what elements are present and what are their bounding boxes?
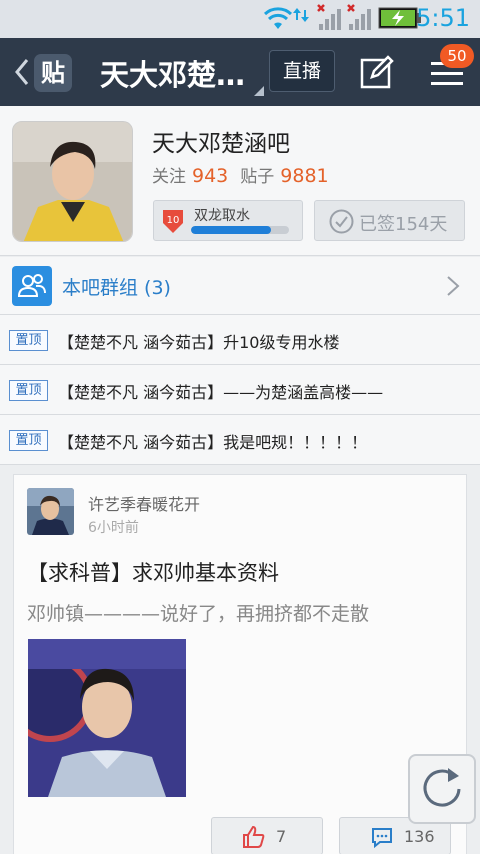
back-chevron-icon[interactable] bbox=[12, 56, 32, 88]
compose-icon[interactable] bbox=[360, 55, 394, 89]
group-icon bbox=[12, 266, 52, 306]
tieba-logo[interactable]: 贴 bbox=[34, 54, 72, 92]
level-shield-icon: 10 bbox=[163, 210, 183, 233]
wifi-icon bbox=[263, 7, 293, 29]
refresh-icon bbox=[423, 768, 461, 807]
status-bar: 5:51 bbox=[0, 0, 480, 38]
posts-count: 9881 bbox=[280, 165, 329, 187]
member-level[interactable]: 10 双龙取水 bbox=[153, 200, 303, 241]
like-button[interactable]: 7 bbox=[211, 817, 323, 854]
clock: 5:51 bbox=[416, 4, 470, 32]
post-title[interactable]: 【求科普】求邓帅基本资料 bbox=[27, 557, 279, 587]
data-transfer-icon bbox=[293, 8, 309, 22]
level-title: 双龙取水 bbox=[194, 208, 250, 224]
author-avatar[interactable] bbox=[27, 488, 74, 535]
pinned-tag: 置顶 bbox=[9, 380, 48, 401]
signal-no-service-icon bbox=[317, 4, 341, 30]
app-bar: 贴 天大邓楚… 直播 50 bbox=[0, 38, 480, 106]
live-button[interactable]: 直播 bbox=[269, 50, 335, 92]
chevron-right-icon bbox=[447, 276, 460, 296]
comment-count: 136 bbox=[404, 827, 435, 846]
pinned-post-title: 【楚楚不凡 涵今茹古】我是吧规！！！！！ bbox=[58, 433, 368, 452]
post-image[interactable] bbox=[28, 639, 186, 797]
forum-header: 天大邓楚涵吧 关注 943 贴子 9881 10 双龙取水 已签154天 bbox=[0, 106, 480, 256]
forum-avatar bbox=[12, 121, 133, 242]
pinned-tag: 置顶 bbox=[9, 430, 48, 451]
pinned-post[interactable]: 置顶 【楚楚不凡 涵今茹古】升10级专用水楼 bbox=[0, 315, 480, 365]
pinned-post[interactable]: 置顶 【楚楚不凡 涵今茹古】——为楚涵盖高楼—— bbox=[0, 365, 480, 415]
like-count: 7 bbox=[276, 827, 287, 846]
pinned-post-title: 【楚楚不凡 涵今茹古】升10级专用水楼 bbox=[58, 333, 340, 352]
post-card[interactable]: 许艺季春暖花开 6小时前 【求科普】求邓帅基本资料 邓帅镇————说好了，再拥挤… bbox=[13, 474, 467, 854]
signal-no-service-icon-2 bbox=[347, 4, 371, 30]
signed-label: 已签154天 bbox=[359, 214, 448, 235]
signed-in-button[interactable]: 已签154天 bbox=[314, 200, 465, 241]
forum-title[interactable]: 天大邓楚… bbox=[100, 52, 245, 94]
follow-label: 关注 bbox=[152, 167, 186, 187]
pinned-post[interactable]: 置顶 【楚楚不凡 涵今茹古】我是吧规！！！！！ bbox=[0, 415, 480, 465]
thumbs-up-icon bbox=[243, 825, 265, 848]
check-circle-icon bbox=[329, 209, 354, 234]
posts-label: 贴子 bbox=[240, 167, 275, 187]
comment-icon bbox=[372, 828, 392, 849]
level-progress-fill bbox=[191, 226, 272, 234]
level-number: 10 bbox=[167, 215, 180, 226]
post-body: 邓帅镇————说好了，再拥挤都不走散 bbox=[27, 603, 370, 625]
groups-label: 本吧群组 (3) bbox=[62, 277, 171, 299]
forum-stats: 关注 943 贴子 9881 bbox=[152, 162, 341, 187]
caret-down-icon bbox=[254, 86, 264, 96]
forum-name: 天大邓楚涵吧 bbox=[152, 131, 290, 157]
pinned-post-title: 【楚楚不凡 涵今茹古】——为楚涵盖高楼—— bbox=[58, 383, 384, 402]
notification-badge: 50 bbox=[440, 44, 474, 68]
pinned-tag: 置顶 bbox=[9, 330, 48, 351]
refresh-button[interactable] bbox=[408, 754, 476, 824]
level-progress-bar bbox=[191, 226, 289, 234]
forum-groups-row[interactable]: 本吧群组 (3) bbox=[0, 257, 480, 315]
author-name[interactable]: 许艺季春暖花开 bbox=[88, 491, 200, 515]
follow-count: 943 bbox=[192, 165, 229, 187]
post-time: 6小时前 bbox=[88, 520, 139, 536]
